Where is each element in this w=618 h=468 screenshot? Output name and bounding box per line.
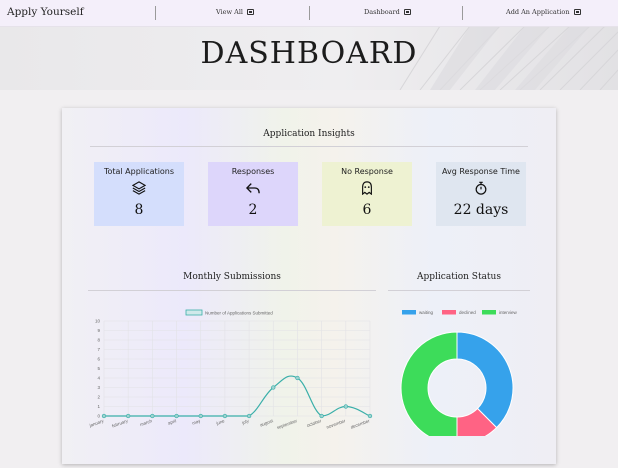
card-total-applications: Total Applications 8: [94, 162, 184, 226]
nav-divider: [462, 6, 463, 20]
monthly-submissions-title: Monthly Submissions: [183, 272, 281, 282]
x-tick-label: august: [259, 418, 274, 428]
y-tick-label: 0: [97, 414, 100, 419]
slice-interview[interactable]: [400, 331, 458, 436]
data-point[interactable]: [271, 385, 276, 390]
legend-label: declined: [459, 310, 476, 315]
divider: [88, 290, 376, 291]
series-line: [104, 375, 371, 417]
y-tick-label: 1: [97, 404, 100, 409]
x-tick-label: november: [326, 418, 347, 430]
legend-label: Number of Applications Submitted: [205, 311, 273, 316]
x-tick-label: december: [350, 418, 371, 430]
x-tick-label: june: [215, 418, 226, 426]
data-point[interactable]: [222, 413, 228, 419]
data-point[interactable]: [126, 413, 131, 419]
insights-title: Application Insights: [263, 129, 355, 139]
card-value: 6: [362, 202, 372, 218]
nav-link-label: Add An Application: [506, 8, 570, 16]
x-tick-label: january: [88, 418, 105, 428]
data-point[interactable]: [319, 413, 324, 419]
legend-swatch: [402, 310, 416, 315]
x-tick-label: september: [276, 418, 298, 430]
data-point[interactable]: [150, 413, 155, 419]
card-value: 2: [248, 202, 258, 218]
legend-label: interview: [499, 310, 518, 315]
chart-legend[interactable]: Number of Applications Submitted: [185, 309, 273, 316]
data-point[interactable]: [174, 413, 179, 419]
card-label: Responses: [231, 167, 275, 176]
brand-logo[interactable]: Apply Yourself: [7, 6, 84, 18]
divider: [90, 146, 528, 147]
card-label: Avg Response Time: [442, 167, 520, 176]
layers-icon: [131, 181, 147, 195]
y-tick-label: 2: [97, 395, 100, 400]
box-arrow-icon: [403, 9, 411, 15]
legend-swatch: [442, 310, 456, 315]
reply-icon: [245, 183, 260, 194]
data-point[interactable]: [101, 413, 107, 419]
divider: [388, 290, 530, 291]
plus-square-icon: [573, 9, 581, 15]
y-tick-label: 4: [97, 376, 100, 381]
ghost-icon: [362, 181, 372, 196]
card-no-response: No Response 6: [322, 162, 412, 226]
nav-divider: [155, 6, 156, 20]
nav-link-label: Dashboard: [364, 8, 400, 16]
nav-link-view-all[interactable]: View All: [216, 8, 254, 16]
card-avg-response-time: Avg Response Time 22 days: [436, 162, 526, 226]
monthly-submissions-chart: Number of Applications Submitted 0 1 2 3 4 5 6 7…: [88, 309, 373, 430]
card-value: 22 days: [453, 202, 509, 218]
card-value: 8: [134, 202, 144, 218]
navbar: Apply Yourself View All Dashboard Add An…: [0, 0, 618, 27]
y-tick-label: 9: [97, 328, 100, 333]
data-point[interactable]: [343, 404, 348, 409]
stopwatch-icon: [475, 181, 487, 195]
slice-waiting[interactable]: [456, 331, 514, 429]
legend-swatch: [185, 309, 203, 316]
nav-divider: [309, 6, 310, 20]
y-tick-label: 5: [97, 366, 100, 371]
legend-swatch: [482, 310, 496, 315]
card-label: Total Applications: [103, 167, 175, 176]
data-point[interactable]: [246, 413, 252, 419]
nav-link-add-application[interactable]: Add An Application: [506, 8, 581, 16]
application-status-title: Application Status: [417, 272, 501, 282]
x-tick-label: july: [240, 418, 250, 426]
y-tick-label: 3: [97, 385, 100, 390]
data-point[interactable]: [295, 375, 300, 381]
y-tick-label: 10: [95, 319, 101, 324]
x-tick-label: may: [191, 418, 201, 426]
page-title: DASHBOARD: [200, 36, 418, 71]
x-tick-label: february: [111, 418, 129, 429]
x-tick-label: october: [306, 418, 322, 428]
legend-label: waiting: [419, 310, 434, 315]
nav-link-label: View All: [216, 8, 243, 16]
dashboard-panel: Application Insights Total Applications …: [62, 108, 556, 464]
box-arrow-icon: [247, 9, 254, 15]
y-tick-label: 8: [97, 338, 100, 343]
data-point[interactable]: [198, 413, 203, 419]
application-status-chart: waiting declined interview: [400, 310, 518, 436]
nav-link-dashboard[interactable]: Dashboard: [364, 8, 411, 16]
chart-legend[interactable]: waiting declined interview: [402, 310, 518, 315]
data-point[interactable]: [367, 413, 373, 419]
y-tick-label: 6: [97, 357, 100, 362]
card-responses: Responses 2: [208, 162, 298, 226]
hero-banner: DASHBOARD: [0, 26, 618, 90]
card-label: No Response: [341, 167, 393, 176]
y-tick-label: 7: [97, 347, 100, 352]
x-tick-label: april: [167, 418, 177, 426]
x-tick-label: march: [139, 418, 153, 427]
